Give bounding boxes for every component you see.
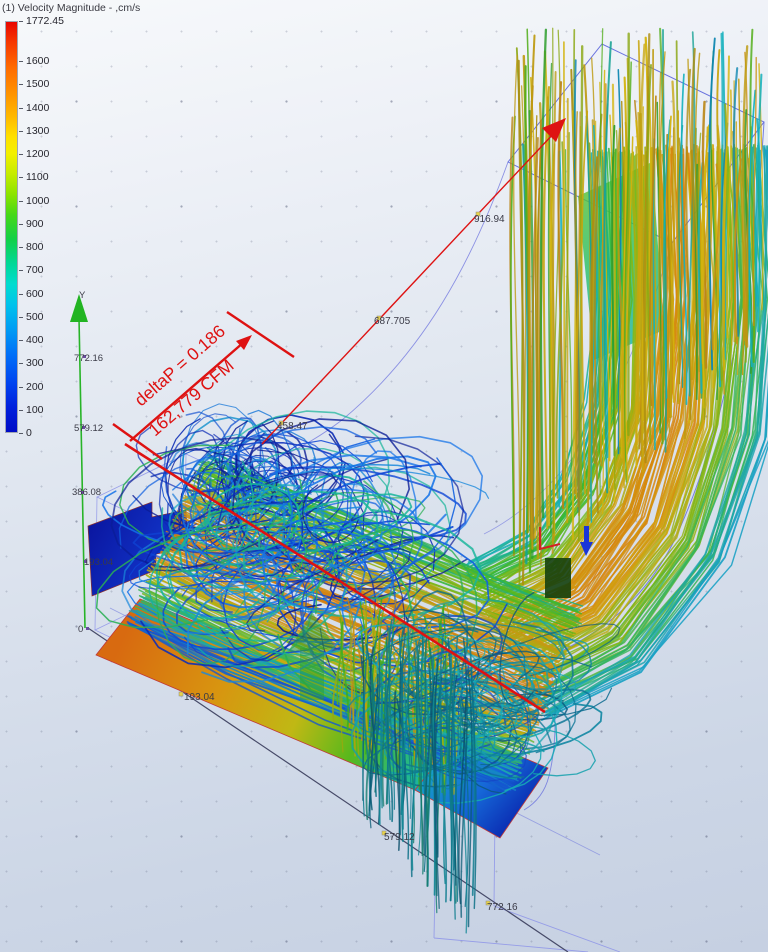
colorbar-tick-label: 800 bbox=[26, 241, 44, 253]
diag-ruler-label: 579.12 bbox=[384, 832, 415, 843]
colorbar-tick-label: 0 bbox=[26, 427, 32, 439]
colorbar-tick-dash bbox=[19, 154, 23, 155]
colorbar-tick-label: 1000 bbox=[26, 195, 49, 207]
colorbar-tick-dash bbox=[19, 201, 23, 202]
colorbar-tick-label: 1100 bbox=[26, 171, 49, 183]
colorbar-tick-dash bbox=[19, 61, 23, 62]
colorbar-legend: (1) Velocity Magnitude - ,cm/s 1772.45 16… bbox=[2, 2, 132, 442]
colorbar-tick-dash bbox=[19, 433, 23, 434]
y-ruler-origin: 0 bbox=[78, 624, 83, 635]
colorbar-tick-dash bbox=[19, 247, 23, 248]
colorbar-tick-label: 1772.45 bbox=[26, 15, 64, 27]
colorbar-tick-label: 500 bbox=[26, 311, 44, 323]
colorbar-tick-label: 1400 bbox=[26, 102, 49, 114]
colorbar-tick-label: 700 bbox=[26, 264, 44, 276]
colorbar-tick-dash bbox=[19, 340, 23, 341]
colorbar-tick-label: 1300 bbox=[26, 125, 49, 137]
colorbar-tick-label: 300 bbox=[26, 357, 44, 369]
colorbar-tick-dash bbox=[19, 84, 23, 85]
y-ruler-label: 386.08 bbox=[72, 487, 101, 498]
red-ruler-label: 458.47 bbox=[277, 421, 308, 432]
colorbar-tick-dash bbox=[19, 294, 23, 295]
legend-title: (1) Velocity Magnitude - ,cm/s bbox=[2, 2, 132, 14]
y-tick bbox=[86, 627, 89, 630]
colorbar-tick-label: 400 bbox=[26, 334, 44, 346]
colorbar-tick-dash bbox=[19, 131, 23, 132]
diag-ruler-label: 193.04 bbox=[184, 692, 215, 703]
colorbar-tick-dash bbox=[19, 363, 23, 364]
colorbar-tick-label: 200 bbox=[26, 381, 44, 393]
colorbar-tick-label: 900 bbox=[26, 218, 44, 230]
colorbar-tick-label: 1200 bbox=[26, 148, 49, 160]
red-ruler-label: 916.94 bbox=[474, 214, 505, 225]
colorbar-tick-dash bbox=[19, 387, 23, 388]
streamline bbox=[567, 99, 568, 523]
colorbar-tick-dash bbox=[19, 177, 23, 178]
colorbar-tick-label: 100 bbox=[26, 404, 44, 416]
cfd-viewport: deltaP = 0.186 162,779 CFM 772.16 579.12… bbox=[0, 0, 768, 952]
blue-arrow-shaft bbox=[584, 526, 589, 542]
colorbar-tick-label: 1600 bbox=[26, 55, 49, 67]
y-ruler-label: 193.04 bbox=[84, 557, 113, 568]
colorbar-tick-dash bbox=[19, 108, 23, 109]
colorbar-tick-dash bbox=[19, 410, 23, 411]
colorbar-tick-label: 1500 bbox=[26, 78, 49, 90]
goal-marker-box bbox=[545, 558, 571, 598]
colorbar-tick-dash bbox=[19, 224, 23, 225]
colorbar bbox=[5, 21, 18, 433]
red-ruler-label: 687.705 bbox=[374, 316, 411, 327]
green-flow-arrow-shaft bbox=[300, 648, 324, 700]
diag-ruler-label: 772.16 bbox=[487, 902, 518, 913]
colorbar-tick-dash bbox=[19, 317, 23, 318]
colorbar-tick-dash bbox=[19, 21, 23, 22]
colorbar-tick-label: 600 bbox=[26, 288, 44, 300]
colorbar-tick-dash bbox=[19, 270, 23, 271]
